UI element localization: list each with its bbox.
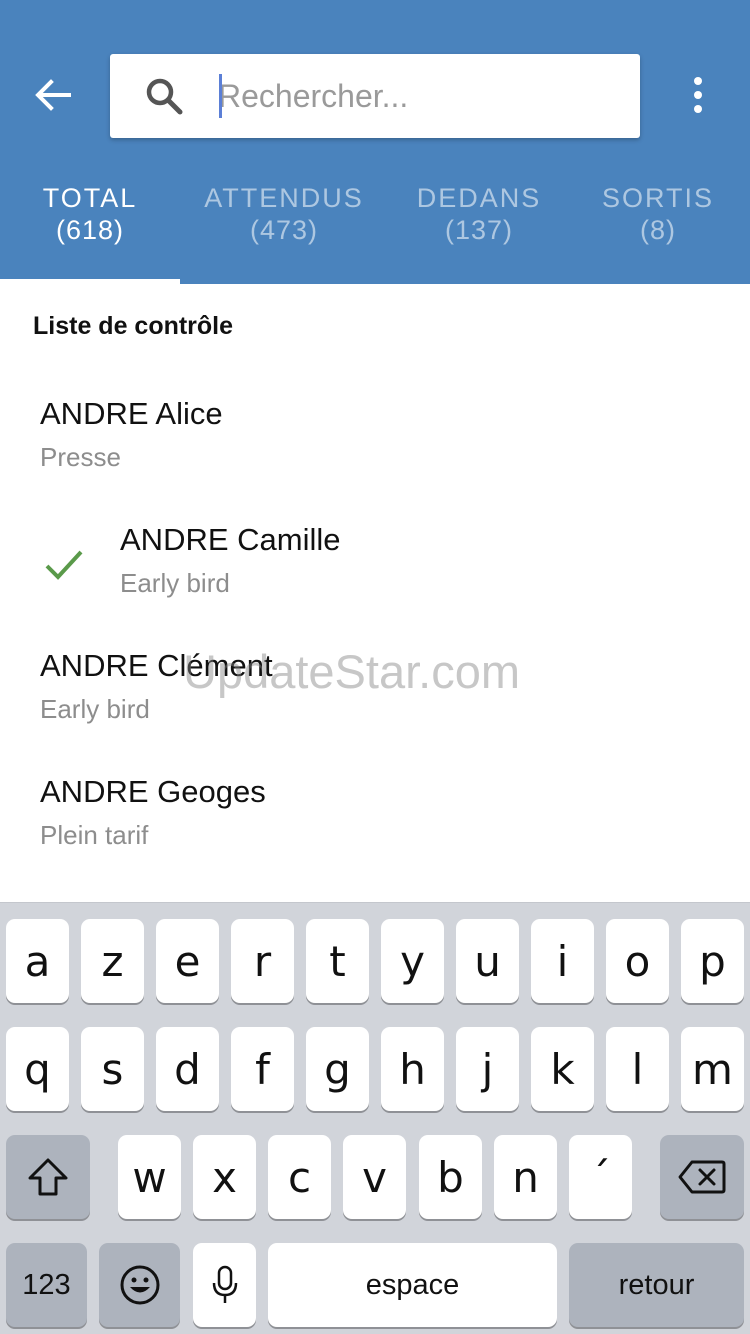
key-m[interactable]: m <box>681 1027 744 1111</box>
key-p[interactable]: p <box>681 919 744 1003</box>
key-s[interactable]: s <box>81 1027 144 1111</box>
key-u[interactable]: u <box>456 919 519 1003</box>
key-i[interactable]: i <box>531 919 594 1003</box>
attendee-name: ANDRE Geoges <box>40 774 266 809</box>
key-n[interactable]: n <box>494 1135 557 1219</box>
dictation-key[interactable] <box>193 1243 256 1327</box>
key-o[interactable]: o <box>606 919 669 1003</box>
key-l[interactable]: l <box>606 1027 669 1111</box>
app-header: TOTAL (618) ATTENDUS (473) DEDANS (137) … <box>0 0 750 284</box>
tab-dedans[interactable]: DEDANS (137) <box>400 170 558 284</box>
check-icon <box>45 550 83 580</box>
shift-icon <box>28 1158 68 1196</box>
emoji-key[interactable] <box>99 1243 180 1327</box>
tab-count: (618) <box>55 215 125 245</box>
arrow-left-icon <box>35 79 71 111</box>
key-c[interactable]: c <box>268 1135 331 1219</box>
key-a[interactable]: a <box>6 919 69 1003</box>
microphone-icon <box>212 1265 237 1303</box>
back-button[interactable] <box>30 72 76 118</box>
key-r[interactable]: r <box>231 919 294 1003</box>
search-icon <box>146 78 183 115</box>
backspace-icon <box>678 1160 726 1194</box>
emoji-icon <box>120 1265 159 1305</box>
tab-total[interactable]: TOTAL (618) <box>0 170 180 284</box>
text-cursor <box>219 74 222 118</box>
search-box[interactable] <box>110 54 640 138</box>
key-f[interactable]: f <box>231 1027 294 1111</box>
key-e[interactable]: e <box>156 919 219 1003</box>
key-w[interactable]: w <box>118 1135 181 1219</box>
attendee-name: ANDRE Camille <box>120 522 341 557</box>
key-k[interactable]: k <box>531 1027 594 1111</box>
tab-attendus[interactable]: ATTENDUS (473) <box>188 170 380 284</box>
active-tab-indicator <box>0 279 180 284</box>
section-title: Liste de contrôle <box>33 312 234 340</box>
list-item[interactable]: ANDRE Clément Early bird <box>0 628 750 754</box>
numbers-key[interactable]: 123 <box>6 1243 87 1327</box>
key-y[interactable]: y <box>381 919 444 1003</box>
attendee-name: ANDRE Alice <box>40 396 223 431</box>
key-j[interactable]: j <box>456 1027 519 1111</box>
key-v[interactable]: v <box>343 1135 406 1219</box>
return-key[interactable]: retour <box>569 1243 744 1327</box>
search-input[interactable] <box>218 70 618 122</box>
attendee-category: Presse <box>40 442 121 472</box>
key-g[interactable]: g <box>306 1027 369 1111</box>
attendee-category: Early bird <box>40 694 150 724</box>
key-accent[interactable]: ´ <box>569 1135 632 1219</box>
space-key[interactable]: espace <box>268 1243 557 1327</box>
key-t[interactable]: t <box>306 919 369 1003</box>
more-options-button[interactable] <box>678 72 718 118</box>
list-item[interactable]: ANDRE Geoges Plein tarif <box>0 754 750 880</box>
attendee-name: ANDRE Clément <box>40 648 273 683</box>
key-h[interactable]: h <box>381 1027 444 1111</box>
tab-sortis[interactable]: SORTIS (8) <box>590 170 726 284</box>
shift-key[interactable] <box>6 1135 90 1219</box>
delete-key[interactable] <box>660 1135 744 1219</box>
list-item[interactable]: ANDRE Camille Early bird <box>0 502 750 628</box>
more-vertical-icon <box>694 77 702 85</box>
key-b[interactable]: b <box>419 1135 482 1219</box>
list-item[interactable]: ANDRE Alice Presse <box>0 376 750 502</box>
attendee-category: Early bird <box>120 568 230 598</box>
attendee-category: Plein tarif <box>40 820 149 850</box>
key-x[interactable]: x <box>193 1135 256 1219</box>
key-z[interactable]: z <box>81 919 144 1003</box>
key-d[interactable]: d <box>156 1027 219 1111</box>
filter-tabs: TOTAL (618) ATTENDUS (473) DEDANS (137) … <box>0 170 750 284</box>
key-q[interactable]: q <box>6 1027 69 1111</box>
on-screen-keyboard: a z e r t y u i o p q s d f g h j k l m … <box>0 902 750 1334</box>
